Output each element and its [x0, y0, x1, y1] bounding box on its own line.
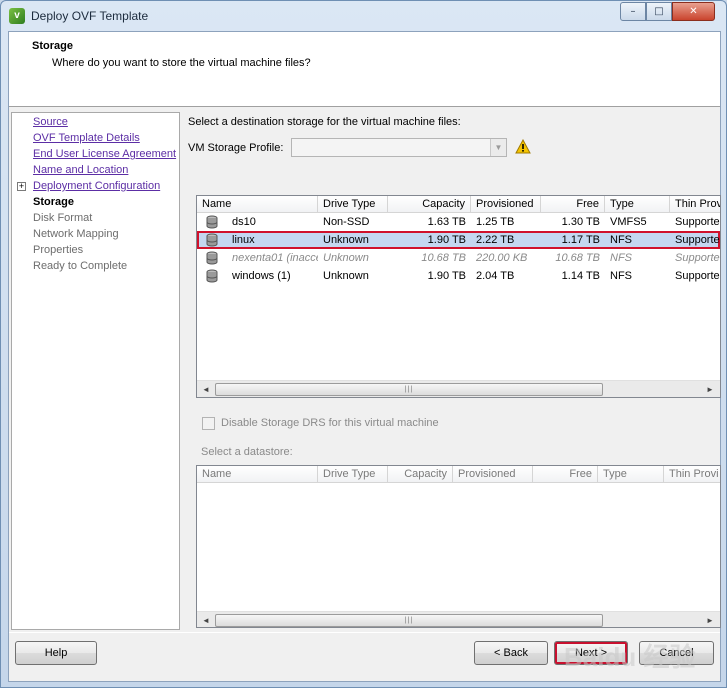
vm-storage-profile-select[interactable]: ▼ — [291, 138, 507, 157]
cell-provisioned: 1.25 TB — [476, 216, 515, 228]
cluster-table-hscrollbar[interactable]: ◄ ||| ► — [197, 611, 720, 627]
step-deployment-configuration[interactable]: Deployment Configuration — [33, 180, 160, 192]
datastore-table: Name Drive Type Capacity Provisioned Fre… — [196, 195, 721, 398]
col-header-free[interactable]: Free — [541, 196, 605, 213]
cell-free: 10.68 TB — [555, 252, 600, 264]
cell-capacity: 10.68 TB — [421, 252, 466, 264]
disable-sdrs-label: Disable Storage DRS for this virtual mac… — [221, 417, 439, 429]
cell-capacity: 1.90 TB — [427, 234, 466, 246]
cell-provisioned: 220.00 KB — [476, 252, 528, 264]
cell-provisioned: 2.22 TB — [476, 234, 515, 246]
col-header-thin-provisioning[interactable]: Thin Prov — [670, 196, 720, 213]
cell-drive-type: Unknown — [323, 234, 369, 246]
select-datastore-label: Select a datastore: — [201, 446, 293, 458]
col-header-type[interactable]: Type — [605, 196, 670, 213]
datastore-icon — [206, 269, 218, 283]
step-source[interactable]: Source — [33, 116, 68, 128]
window-title: Deploy OVF Template — [31, 9, 149, 23]
col-header-name: Name — [197, 466, 318, 483]
datastore-icon — [206, 233, 218, 247]
col-header-thin-provisioning: Thin Provi — [664, 466, 720, 483]
table-row[interactable]: windows (1) Unknown 1.90 TB 2.04 TB 1.14… — [197, 267, 720, 285]
cell-type: NFS — [610, 252, 632, 264]
cell-thin-provisioning: Supported — [675, 270, 721, 282]
help-button[interactable]: Help — [15, 641, 97, 665]
col-header-free: Free — [533, 466, 598, 483]
warning-icon — [515, 139, 531, 154]
storage-content-pane: Select a destination storage for the vir… — [180, 112, 721, 630]
cell-type: NFS — [610, 234, 632, 246]
cell-capacity: 1.63 TB — [427, 216, 466, 228]
scroll-thumb[interactable]: ||| — [215, 614, 603, 627]
cell-thin-provisioning: Supported — [675, 216, 721, 228]
cell-thin-provisioning: Supported — [675, 234, 721, 246]
cell-type: VMFS5 — [610, 216, 647, 228]
scroll-right-arrow-icon[interactable]: ► — [702, 382, 718, 397]
datastore-table-header: Name Drive Type Capacity Provisioned Fre… — [197, 196, 720, 213]
vsphere-app-icon: v — [9, 8, 25, 24]
scroll-thumb[interactable]: ||| — [215, 383, 603, 396]
cell-name: windows (1) — [232, 270, 291, 282]
datastore-cluster-table: Name Drive Type Capacity Provisioned Fre… — [196, 465, 721, 628]
close-button[interactable]: ✕ — [672, 2, 715, 21]
col-header-capacity[interactable]: Capacity — [388, 196, 471, 213]
cell-free: 1.17 TB — [561, 234, 600, 246]
disable-sdrs-checkbox — [202, 417, 215, 430]
wizard-header: Storage Where do you want to store the v… — [9, 32, 720, 107]
datastore-table-hscrollbar[interactable]: ◄ ||| ► — [197, 380, 720, 397]
page-title: Storage — [32, 40, 73, 52]
col-header-name[interactable]: Name — [197, 196, 318, 213]
col-header-type: Type — [598, 466, 664, 483]
cancel-button[interactable]: Cancel — [639, 641, 714, 665]
minimize-button[interactable]: – — [620, 2, 646, 21]
table-row[interactable]: ds10 Non-SSD 1.63 TB 1.25 TB 1.30 TB VMF… — [197, 213, 720, 231]
deploy-ovf-window: v Deploy OVF Template – □ ✕ Storage Wher… — [0, 0, 727, 688]
cell-provisioned: 2.04 TB — [476, 270, 515, 282]
scroll-left-arrow-icon[interactable]: ◄ — [198, 613, 214, 627]
cell-name: nexenta01 (inaccessible) — [232, 252, 318, 264]
col-header-provisioned: Provisioned — [453, 466, 533, 483]
expand-plus-icon[interactable]: + — [17, 182, 26, 191]
vm-storage-profile-label: VM Storage Profile: — [188, 142, 284, 154]
col-header-drive-type: Drive Type — [318, 466, 388, 483]
cell-drive-type: Unknown — [323, 270, 369, 282]
step-disk-format: Disk Format — [33, 212, 93, 224]
table-row-selected[interactable]: linux Unknown 1.90 TB 2.22 TB 1.17 TB NF… — [197, 231, 720, 249]
cell-drive-type: Unknown — [323, 252, 369, 264]
col-header-drive-type[interactable]: Drive Type — [318, 196, 388, 213]
table-row-disabled[interactable]: nexenta01 (inaccessible) Unknown 10.68 T… — [197, 249, 720, 267]
back-button[interactable]: < Back — [474, 641, 548, 665]
title-bar[interactable]: v Deploy OVF Template – □ ✕ — [1, 1, 726, 31]
scroll-right-arrow-icon[interactable]: ► — [702, 613, 718, 627]
datastore-icon — [206, 251, 218, 265]
step-network-mapping: Network Mapping — [33, 228, 119, 240]
step-name-and-location[interactable]: Name and Location — [33, 164, 128, 176]
cell-name: ds10 — [232, 216, 256, 228]
page-subtitle: Where do you want to store the virtual m… — [52, 57, 311, 69]
cell-free: 1.14 TB — [561, 270, 600, 282]
step-storage-current: Storage — [33, 196, 74, 208]
datastore-icon — [206, 215, 218, 229]
dialog-client-area: Storage Where do you want to store the v… — [8, 31, 721, 682]
chevron-down-icon[interactable]: ▼ — [490, 139, 506, 156]
cell-thin-provisioning: Supported — [675, 252, 721, 264]
col-header-capacity: Capacity — [388, 466, 453, 483]
col-header-provisioned[interactable]: Provisioned — [471, 196, 541, 213]
cell-type: NFS — [610, 270, 632, 282]
cell-capacity: 1.90 TB — [427, 270, 466, 282]
cell-name: linux — [232, 234, 255, 246]
next-button[interactable]: Next > — [554, 641, 628, 665]
scroll-left-arrow-icon[interactable]: ◄ — [198, 382, 214, 397]
instruction-text: Select a destination storage for the vir… — [188, 116, 461, 128]
maximize-button[interactable]: □ — [646, 2, 672, 21]
cell-drive-type: Non-SSD — [323, 216, 370, 228]
cluster-table-header: Name Drive Type Capacity Provisioned Fre… — [197, 466, 720, 483]
footer-divider — [9, 632, 720, 633]
wizard-steps-pane: Source OVF Template Details End User Lic… — [11, 112, 180, 630]
step-properties: Properties — [33, 244, 84, 256]
cell-free: 1.30 TB — [561, 216, 600, 228]
step-eula[interactable]: End User License Agreement — [33, 148, 176, 160]
step-ready-to-complete: Ready to Complete — [33, 260, 128, 272]
step-ovf-template-details[interactable]: OVF Template Details — [33, 132, 140, 144]
